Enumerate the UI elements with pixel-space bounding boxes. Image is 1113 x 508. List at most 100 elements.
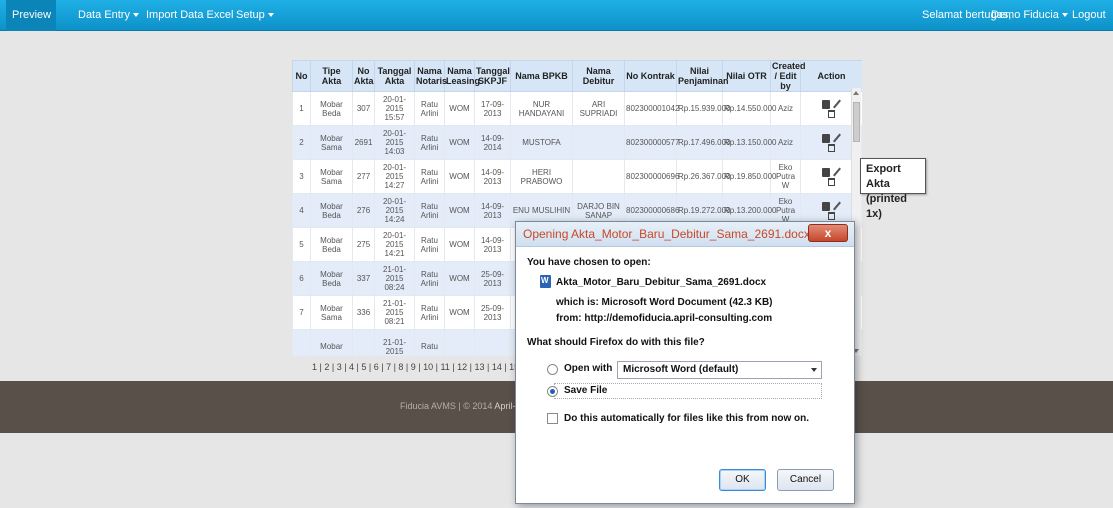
table-cell: 802300000577 bbox=[624, 125, 679, 160]
table-cell: Ratu Arlini bbox=[414, 159, 445, 194]
auto-checkbox[interactable] bbox=[547, 413, 558, 424]
delete-trash-icon[interactable] bbox=[828, 212, 835, 220]
save-file-label[interactable]: Save File bbox=[564, 385, 607, 396]
column-header: Nama Debitur bbox=[572, 60, 625, 92]
table-cell: 5 bbox=[292, 227, 311, 262]
table-cell: 14-09-2013 bbox=[474, 193, 511, 228]
edit-pencil-icon[interactable] bbox=[832, 99, 842, 109]
logout-link[interactable]: Logout bbox=[1066, 0, 1112, 31]
table-cell: Mobar Beda bbox=[310, 227, 353, 262]
table-cell: 802300001042 bbox=[624, 91, 679, 126]
nav-data-entry[interactable]: Data Entry bbox=[72, 0, 145, 31]
file-source: from: http://demofiducia.april-consultin… bbox=[556, 313, 773, 324]
table-cell: 3 bbox=[292, 159, 311, 194]
table-cell: 275 bbox=[352, 227, 375, 262]
table-header-row: No Tipe Akta No Akta Tanggal Akta Nama Notar… bbox=[292, 60, 862, 92]
column-header: Nama Leasing bbox=[444, 60, 480, 92]
auto-label[interactable]: Do this automatically for files like thi… bbox=[564, 413, 809, 424]
table-cell: Rp.14.550.000 bbox=[722, 91, 777, 126]
chosen-label: You have chosen to open: bbox=[527, 257, 651, 268]
footer-copyright: Fiducia AVMS | © 2014 bbox=[400, 401, 495, 411]
ok-button[interactable]: OK bbox=[719, 469, 766, 491]
table-cell: 21-01-2015 08:21 bbox=[374, 295, 415, 330]
export-doc-icon[interactable] bbox=[821, 167, 830, 177]
top-navbar: Preview Data Entry Import Data Excel Set… bbox=[0, 0, 1113, 31]
table-cell: Rp.26.367.000 bbox=[676, 159, 731, 194]
table-cell: Rp.19.850.000 bbox=[722, 159, 777, 194]
dialog-title: Opening Akta_Motor_Baru_Debitur_Sama_269… bbox=[523, 227, 810, 241]
delete-trash-icon[interactable] bbox=[828, 110, 835, 118]
column-header: Nama BPKB bbox=[510, 60, 573, 92]
export-doc-icon[interactable] bbox=[821, 201, 830, 211]
table-cell: 2691 bbox=[352, 125, 375, 160]
open-with-label[interactable]: Open with bbox=[564, 363, 612, 374]
action-icon-row bbox=[821, 201, 842, 211]
pagination[interactable]: 1 | 2 | 3 | 4 | 5 | 6 | 7 | 8 | 9 | 10 |… bbox=[312, 362, 522, 372]
column-header: No Akta bbox=[352, 60, 375, 92]
table-cell: Ratu bbox=[414, 329, 445, 356]
edit-pencil-icon[interactable] bbox=[832, 133, 842, 143]
table-cell: WOM bbox=[444, 261, 475, 296]
table-cell: 1 bbox=[292, 91, 311, 126]
table-cell: 20-01-2015 15:57 bbox=[374, 91, 415, 126]
close-button[interactable]: x bbox=[808, 224, 848, 242]
column-header: Tanggal SKPJF bbox=[474, 60, 511, 92]
table-cell: WOM bbox=[444, 125, 475, 160]
edit-pencil-icon[interactable] bbox=[832, 201, 842, 211]
table-cell: ARI SUPRIADI bbox=[572, 91, 625, 126]
table-cell: Mobar bbox=[310, 329, 353, 356]
file-type: which is: Microsoft Word Document (42.3 … bbox=[556, 297, 773, 308]
table-cell: Eko Putra W bbox=[770, 159, 801, 194]
export-doc-icon[interactable] bbox=[821, 133, 830, 143]
action-icons bbox=[821, 167, 842, 186]
table-cell: 25-09-2013 bbox=[474, 295, 511, 330]
save-file-radio[interactable] bbox=[547, 386, 558, 397]
open-with-radio[interactable] bbox=[547, 364, 558, 375]
table-cell: 14-09-2014 bbox=[474, 125, 511, 160]
close-icon: x bbox=[824, 226, 832, 240]
table-cell: HERI PRABOWO bbox=[510, 159, 573, 194]
column-header: No Kontrak bbox=[624, 60, 677, 92]
delete-trash-icon[interactable] bbox=[828, 178, 835, 186]
file-name: Akta_Motor_Baru_Debitur_Sama_2691.docx bbox=[556, 277, 767, 288]
export-doc-icon[interactable] bbox=[821, 99, 830, 109]
column-header: Nilai OTR bbox=[722, 60, 771, 92]
table-cell: 20-01-2015 14:21 bbox=[374, 227, 415, 262]
table-cell: Mobar Beda bbox=[310, 261, 353, 296]
nav-setup[interactable]: Setup bbox=[230, 0, 280, 31]
word-document-icon bbox=[540, 275, 551, 288]
nav-preview[interactable]: Preview bbox=[6, 0, 56, 31]
nav-import-data-excel[interactable]: Import Data Excel bbox=[140, 0, 239, 31]
table-cell: 17-09-2013 bbox=[474, 91, 511, 126]
table-cell: 14-09-2013 bbox=[474, 227, 511, 262]
action-icon-row bbox=[821, 99, 842, 109]
table-cell: Ratu Arlini bbox=[414, 125, 445, 160]
table-cell: 307 bbox=[352, 91, 375, 126]
table-cell: 14-09-2013 bbox=[474, 159, 511, 194]
column-header: No bbox=[292, 60, 311, 92]
scroll-up-arrow-icon[interactable] bbox=[853, 91, 859, 95]
table-cell: Ratu Arlini bbox=[414, 295, 445, 330]
table-cell: Mobar Sama bbox=[310, 125, 353, 160]
column-header: Nilai Penjaminan bbox=[676, 60, 729, 92]
table-cell: WOM bbox=[444, 295, 475, 330]
delete-trash-icon[interactable] bbox=[828, 144, 835, 152]
tooltip-line2: (printed 1x) bbox=[866, 193, 907, 220]
tooltip-line1: Export Akta bbox=[866, 163, 901, 190]
application-select[interactable]: Microsoft Word (default) bbox=[617, 361, 822, 379]
table-cell: Ratu Arlini bbox=[414, 193, 445, 228]
table-cell: 336 bbox=[352, 295, 375, 330]
table-cell: MUSTOFA bbox=[510, 125, 573, 160]
edit-pencil-icon[interactable] bbox=[832, 167, 842, 177]
table-cell: Ratu Arlini bbox=[414, 227, 445, 262]
cancel-button[interactable]: Cancel bbox=[777, 469, 834, 491]
application-select-value: Microsoft Word (default) bbox=[623, 364, 739, 375]
action-icons bbox=[821, 99, 842, 118]
table-cell: WOM bbox=[444, 159, 475, 194]
table-cell: 277 bbox=[352, 159, 375, 194]
table-cell: Ratu Arlini bbox=[414, 261, 445, 296]
user-menu[interactable]: Demo Fiducia bbox=[985, 0, 1074, 31]
table-cell: 276 bbox=[352, 193, 375, 228]
table-cell bbox=[292, 329, 311, 356]
scroll-thumb[interactable] bbox=[853, 102, 860, 142]
